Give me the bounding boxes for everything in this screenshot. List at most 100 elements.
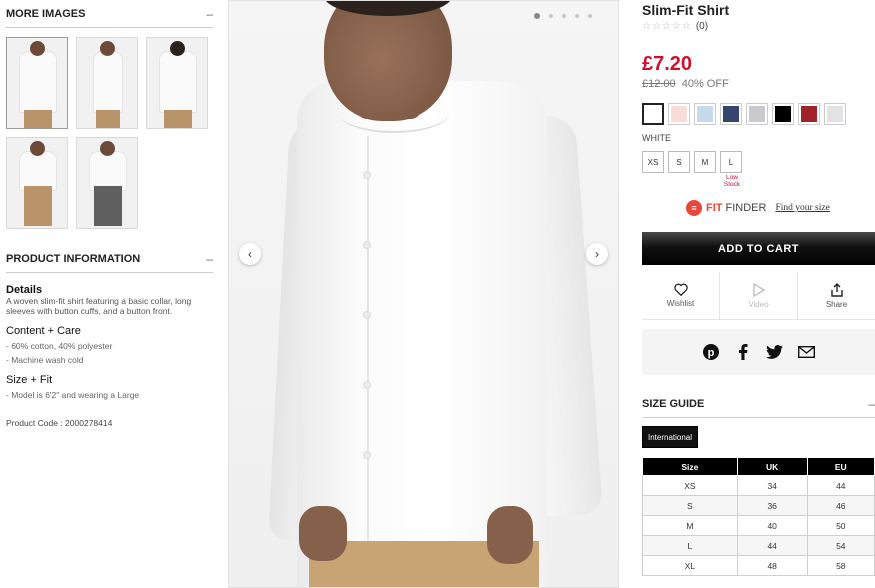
size-option-s[interactable]: S (668, 151, 690, 173)
pinterest-icon[interactable]: p (702, 343, 720, 361)
size-item: - Model is 6'2" and wearing a Large (6, 390, 140, 400)
size-guide-title: SIZE GUIDE (642, 398, 705, 410)
swatch-white[interactable] (642, 103, 664, 125)
size-option-m[interactable]: M (694, 151, 716, 173)
table-cell: 36 (736, 495, 808, 516)
fit-finder-logo-icon: ≡ (686, 200, 702, 216)
twitter-icon[interactable] (766, 343, 784, 361)
table-cell: M (642, 515, 738, 536)
discount-label: 40% OFF (681, 78, 729, 90)
table-cell: 40 (736, 515, 808, 536)
wishlist-button[interactable]: Wishlist (642, 272, 720, 319)
column-header: UK (736, 457, 808, 476)
table-cell: 46 (806, 495, 875, 516)
find-your-size-link[interactable]: Find your size (775, 203, 829, 213)
social-share-bar: p (642, 329, 875, 375)
carousel-dot[interactable] (588, 14, 592, 18)
wishlist-label: Wishlist (666, 299, 695, 308)
swatch-light-grey[interactable] (824, 103, 846, 125)
carousel-dot[interactable] (562, 14, 566, 18)
size-selector: XS S M L (642, 151, 742, 173)
carousel-dots (534, 13, 592, 19)
facebook-icon[interactable] (734, 343, 752, 361)
tab-international[interactable]: International (642, 426, 699, 448)
carousel-dot[interactable] (575, 14, 579, 18)
low-stock-label: Low Stock (723, 174, 741, 188)
table-cell: XL (642, 555, 738, 576)
product-code: Product Code : 2000278414 (6, 418, 113, 428)
video-label: Video (748, 299, 769, 309)
left-column: MORE IMAGES – PRODUCT INFORMATION – Deta… (0, 0, 220, 588)
size-option-l[interactable]: L (720, 151, 742, 173)
table-cell: 50 (806, 515, 875, 536)
main-product-image[interactable]: ‹ › (228, 0, 619, 588)
size-fit-heading: Size + Fit (6, 374, 53, 386)
content-item: - 60% cotton, 40% polyester (6, 341, 113, 351)
product-info-title: PRODUCT INFORMATION (6, 252, 141, 265)
chevron-right-icon[interactable]: › (586, 243, 608, 265)
share-button[interactable]: Share (798, 272, 875, 319)
table-cell: 44 (806, 475, 875, 496)
more-images-header[interactable]: MORE IMAGES – (6, 0, 213, 28)
email-icon[interactable] (798, 343, 816, 361)
table-cell: 34 (736, 475, 808, 496)
share-icon (830, 282, 843, 297)
swatch-red[interactable] (798, 103, 820, 125)
swatch-navy[interactable] (720, 103, 742, 125)
collapse-icon[interactable]: – (868, 397, 875, 411)
table-cell: 58 (806, 555, 875, 576)
carousel-dot[interactable] (534, 13, 540, 19)
play-icon (752, 282, 765, 297)
fit-finder-brand-suffix: FINDER (725, 202, 767, 214)
table-row: XS 34 44 (642, 475, 875, 496)
review-count: (0) (695, 21, 709, 32)
star-icons: ☆☆☆☆☆ (642, 21, 692, 32)
table-cell: L (642, 535, 738, 556)
color-swatches (642, 103, 846, 125)
fit-finder-brand: FIT (706, 202, 723, 214)
carousel-dot[interactable] (549, 14, 553, 18)
size-option-xs[interactable]: XS (642, 151, 664, 173)
table-header-row: Size UK EU (642, 457, 875, 476)
chevron-left-icon[interactable]: ‹ (239, 243, 261, 265)
table-row: XL 48 58 (642, 555, 875, 576)
table-row: M 40 50 (642, 515, 875, 536)
share-label: Share (825, 299, 848, 309)
swatch-light-blue[interactable] (694, 103, 716, 125)
heart-icon (673, 283, 688, 296)
thumbnail-front[interactable] (6, 37, 68, 129)
thumbnail-full-body[interactable] (6, 137, 68, 229)
table-row: L 44 54 (642, 535, 875, 556)
swatch-pink[interactable] (668, 103, 690, 125)
swatch-grey[interactable] (746, 103, 768, 125)
thumbnail-side[interactable] (76, 37, 138, 129)
swatch-black[interactable] (772, 103, 794, 125)
product-info-body: Details A woven slim-fit shirt featuring… (6, 284, 211, 428)
more-images-title: MORE IMAGES (6, 7, 86, 20)
details-text: A woven slim-fit shirt featuring a basic… (6, 296, 192, 316)
table-cell: XS (642, 475, 738, 496)
content-care-heading: Content + Care (6, 325, 81, 337)
details-heading: Details (6, 284, 43, 296)
video-button[interactable]: Video (720, 272, 798, 319)
action-bar: Wishlist Video Share (642, 272, 875, 320)
size-guide-header[interactable]: SIZE GUIDE – (642, 391, 875, 418)
collapse-icon[interactable]: – (206, 7, 213, 21)
table-cell: 54 (806, 535, 875, 556)
thumbnail-back[interactable] (146, 37, 208, 129)
product-title: Slim-Fit Shirt (642, 2, 730, 18)
old-price-value: £12.00 (642, 78, 676, 90)
content-item: - Machine wash cold (6, 355, 84, 365)
sale-price: £7.20 (642, 53, 693, 75)
collapse-icon[interactable]: – (206, 252, 213, 266)
table-cell: S (642, 495, 738, 516)
table-cell: 48 (736, 555, 808, 576)
table-row: S 36 46 (642, 495, 875, 516)
product-info-header[interactable]: PRODUCT INFORMATION – (6, 245, 213, 273)
rating[interactable]: ☆☆☆☆☆ (0) (642, 21, 708, 32)
fit-finder: ≡ FIT FINDER Find your size (686, 200, 830, 216)
add-to-cart-button[interactable]: ADD TO CART (642, 232, 875, 265)
size-guide-table: Size UK EU XS 34 44 S 36 46 M 40 50 L 44… (642, 457, 875, 576)
thumbnail-full-body-alt[interactable] (76, 137, 138, 229)
product-page: MORE IMAGES – PRODUCT INFORMATION – Deta… (0, 0, 875, 588)
